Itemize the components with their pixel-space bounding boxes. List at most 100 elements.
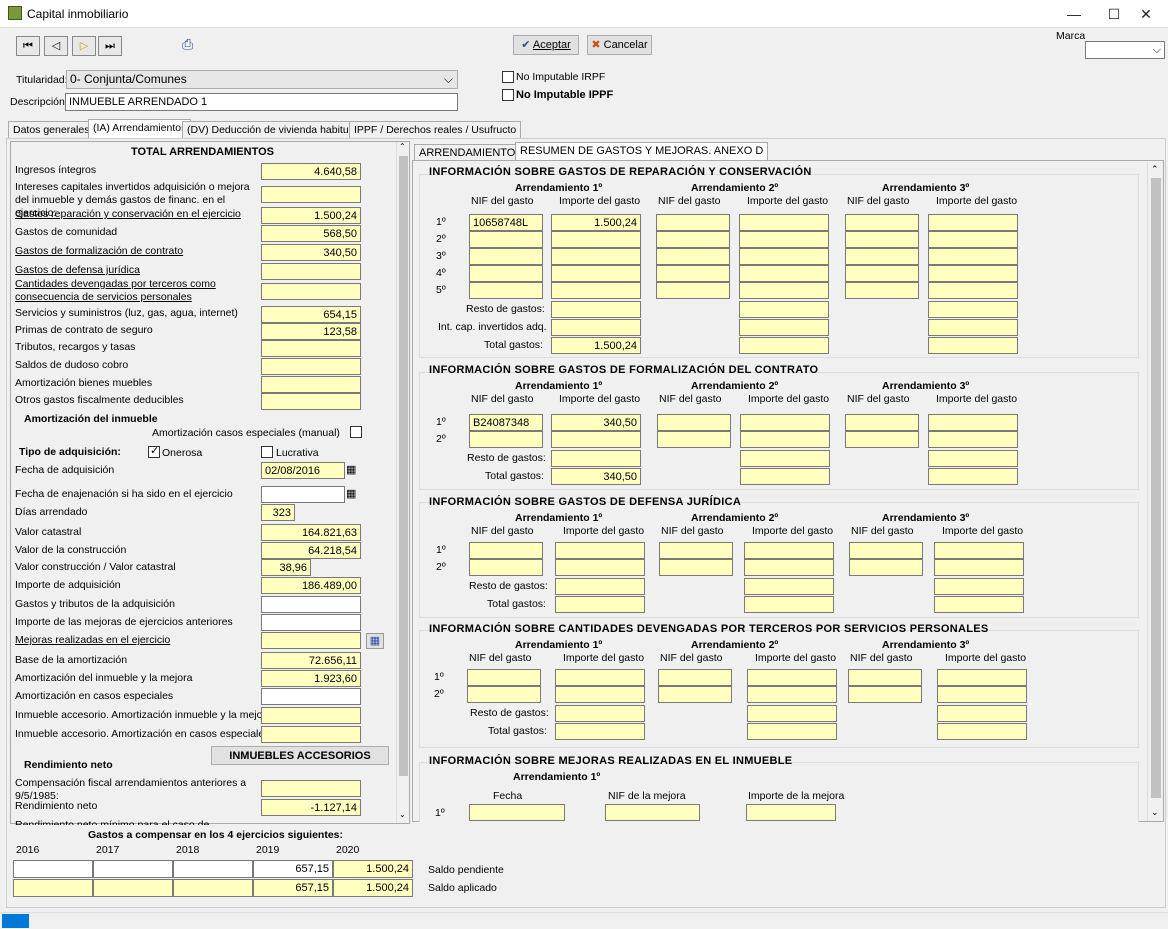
importe-gasto-input[interactable] (934, 559, 1024, 576)
importe-mejora-input[interactable] (746, 804, 836, 821)
total-input[interactable]: 1.500,24 (551, 337, 641, 354)
nif-gasto-input[interactable] (469, 542, 543, 559)
first-record-button[interactable]: ⏮ (16, 36, 40, 56)
nif-gasto-input[interactable] (658, 669, 732, 686)
importe-gasto-input[interactable] (937, 669, 1027, 686)
left-row-value[interactable]: 568,50 (261, 225, 361, 242)
total-input[interactable] (928, 468, 1018, 485)
nif-gasto-input[interactable] (659, 542, 733, 559)
printer-icon[interactable]: ⎙ (182, 36, 193, 53)
left-row-value[interactable]: 186.489,00 (261, 577, 361, 594)
left-row-value[interactable] (261, 283, 361, 300)
intcap-input[interactable] (739, 319, 829, 336)
left-row-value[interactable]: 64.218,54 (261, 542, 361, 559)
resto-input[interactable] (551, 301, 641, 318)
nif-gasto-input[interactable] (848, 686, 922, 703)
saldo-aplicado-cell[interactable] (93, 879, 173, 897)
nif-gasto-input[interactable] (849, 559, 923, 576)
left-row-value[interactable]: -1.127,14 (261, 799, 361, 816)
onerosa-checkbox[interactable] (148, 444, 160, 458)
minimize-button[interactable]: — (1052, 0, 1096, 28)
nif-gasto-input[interactable] (845, 214, 919, 231)
inmuebles-accesorios-button[interactable]: INMUEBLES ACCESORIOS (211, 746, 389, 765)
calculator-icon[interactable]: ▦ (366, 633, 384, 649)
importe-gasto-input[interactable] (551, 265, 641, 282)
intcap-input[interactable] (551, 319, 641, 336)
nif-gasto-input[interactable] (469, 282, 543, 299)
importe-gasto-input[interactable] (739, 231, 829, 248)
cancel-button[interactable]: ✖ Cancelar (587, 35, 652, 55)
prev-record-button[interactable]: ◁ (44, 36, 68, 56)
subtab-resumen-gastos[interactable]: RESUMEN DE GASTOS Y MEJORAS. ANEXO D (515, 142, 769, 161)
resto-input[interactable] (928, 450, 1018, 467)
left-row-value[interactable] (261, 688, 361, 705)
importe-gasto-input[interactable] (551, 431, 641, 448)
total-input[interactable] (744, 596, 834, 613)
nif-gasto-input[interactable] (845, 231, 919, 248)
total-input[interactable] (739, 337, 829, 354)
total-input[interactable] (934, 596, 1024, 613)
nif-gasto-input[interactable] (469, 559, 543, 576)
no-imputable-ippf-checkbox[interactable] (502, 89, 514, 101)
left-row-value[interactable] (261, 707, 361, 724)
resto-input[interactable] (740, 450, 830, 467)
resto-input[interactable] (928, 301, 1018, 318)
left-row-value[interactable]: 654,15 (261, 306, 361, 323)
resto-input[interactable] (747, 705, 837, 722)
importe-gasto-input[interactable]: 340,50 (551, 414, 641, 431)
left-row-value[interactable] (261, 263, 361, 280)
left-row-value[interactable]: 38,96 (261, 559, 311, 576)
no-imputable-irpf-checkbox[interactable] (502, 71, 514, 83)
nif-gasto-input[interactable] (849, 542, 923, 559)
left-row-value[interactable] (261, 486, 345, 503)
resto-input[interactable] (555, 705, 645, 722)
nif-gasto-input[interactable] (845, 248, 919, 265)
lucrativa-checkbox[interactable] (261, 446, 273, 458)
nif-gasto-input[interactable] (469, 248, 543, 265)
left-row-value[interactable]: 340,50 (261, 244, 361, 261)
importe-gasto-input[interactable] (551, 282, 641, 299)
left-row-value[interactable] (261, 186, 361, 203)
left-row-value[interactable]: 02/08/2016 (261, 462, 345, 479)
left-row-value[interactable] (261, 780, 361, 797)
total-input[interactable]: 340,50 (551, 468, 641, 485)
resto-input[interactable] (739, 301, 829, 318)
saldo-aplicado-cell[interactable] (173, 879, 253, 897)
resto-input[interactable] (555, 578, 645, 595)
nif-gasto-input[interactable] (656, 214, 730, 231)
nif-gasto-input[interactable] (469, 431, 543, 448)
left-row-value[interactable] (261, 632, 361, 649)
right-scroll-thumb[interactable] (1151, 178, 1161, 798)
tab-ippf-derechos[interactable]: IPPF / Derechos reales / Usufructo (349, 121, 522, 138)
nif-gasto-input[interactable] (469, 265, 543, 282)
importe-gasto-input[interactable] (555, 686, 645, 703)
subtab-arrendamientos[interactable]: ARRENDAMIENTOS (414, 144, 528, 161)
tab-arrendamientos[interactable]: (IA) Arrendamientos (88, 119, 192, 138)
total-input[interactable] (555, 723, 645, 740)
left-row-value[interactable] (261, 726, 361, 743)
importe-gasto-input[interactable] (744, 559, 834, 576)
importe-gasto-input[interactable] (928, 431, 1018, 448)
importe-gasto-input[interactable] (928, 265, 1018, 282)
importe-gasto-input[interactable] (551, 231, 641, 248)
importe-gasto-input[interactable] (555, 669, 645, 686)
left-row-value[interactable]: 72.656,11 (261, 652, 361, 669)
left-row-value[interactable]: 123,58 (261, 323, 361, 340)
importe-gasto-input[interactable] (739, 282, 829, 299)
total-input[interactable] (555, 596, 645, 613)
accept-button[interactable]: ✔ Aceptar (513, 35, 579, 55)
importe-gasto-input[interactable] (928, 248, 1018, 265)
intcap-input[interactable] (928, 319, 1018, 336)
left-scroll-thumb[interactable] (399, 156, 408, 776)
nif-gasto-input[interactable] (845, 431, 919, 448)
importe-gasto-input[interactable] (739, 265, 829, 282)
close-button[interactable]: ✕ (1124, 0, 1168, 28)
left-row-value[interactable] (261, 393, 361, 410)
importe-gasto-input[interactable] (739, 214, 829, 231)
nif-gasto-input[interactable]: 10658748L (469, 214, 543, 231)
nif-gasto-input[interactable] (656, 265, 730, 282)
nif-gasto-input[interactable] (659, 559, 733, 576)
importe-gasto-input[interactable] (747, 669, 837, 686)
calendar-icon[interactable]: ▦ (346, 463, 356, 476)
left-row-value[interactable]: 4.640,58 (261, 163, 361, 180)
